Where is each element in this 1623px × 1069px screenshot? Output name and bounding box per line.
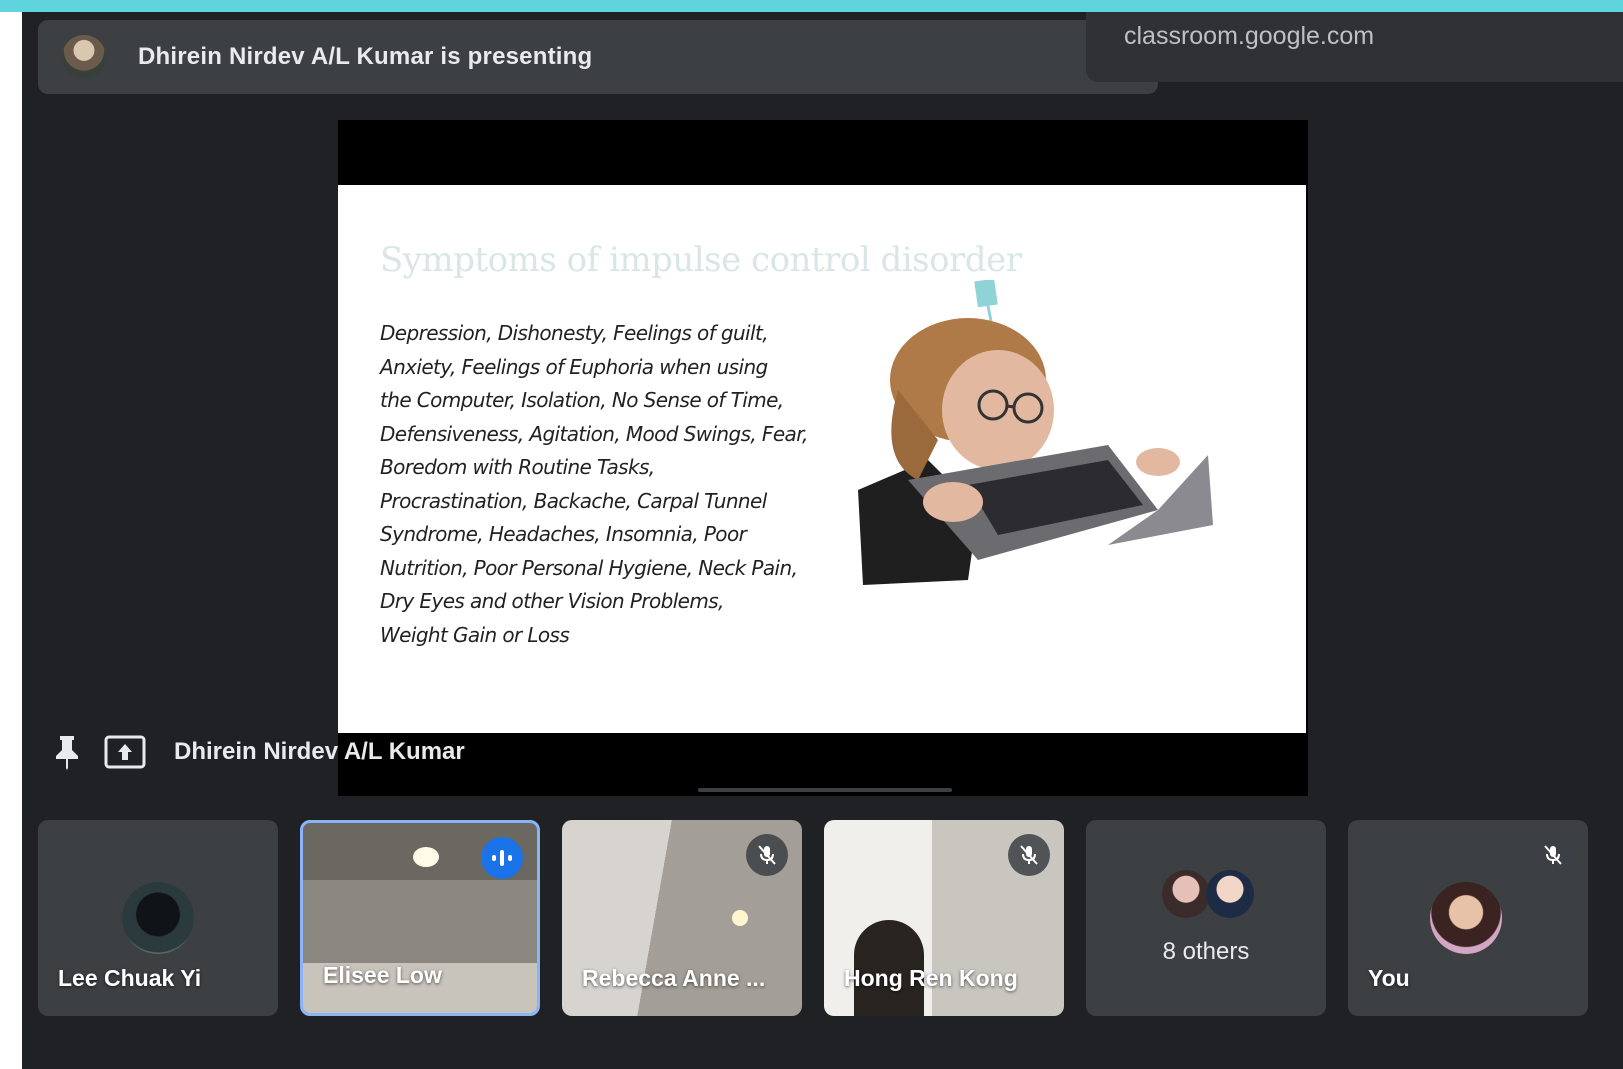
slide-line: Defensiveness, Agitation, Mood Swings, F… xyxy=(380,421,808,446)
self-tile[interactable]: You xyxy=(1348,820,1588,1016)
slide-line: Depression, Dishonesty, Feelings of guil… xyxy=(380,321,769,345)
meet-window: Dhirein Nirdev A/L Kumar is presenting c… xyxy=(22,12,1623,1069)
participant-tile[interactable]: Hong Ren Kong xyxy=(824,820,1064,1016)
slide-title: Symptoms of impulse control disorder xyxy=(380,240,1022,280)
participant-avatar xyxy=(122,882,194,954)
slide-line: Nutrition, Poor Personal Hygiene, Neck P… xyxy=(380,555,798,580)
slide-line: Dry Eyes and other Vision Problems, xyxy=(380,589,724,613)
slide-line: Syndrome, Headaches, Insomnia, Poor xyxy=(380,522,747,546)
ceiling-light xyxy=(413,847,439,867)
slide-body: Depression, Dishonesty, Feelings of guil… xyxy=(380,317,820,652)
others-count: 8 others xyxy=(1162,938,1250,965)
mic-off-icon xyxy=(746,834,788,876)
participant-name: Lee Chuak Yi xyxy=(58,965,202,991)
presenting-banner: Dhirein Nirdev A/L Kumar is presenting xyxy=(38,20,1158,94)
self-avatar xyxy=(1430,882,1502,954)
participant-tile-active[interactable]: Elisee Low xyxy=(300,820,540,1016)
slide-line: Procrastination, Backache, Carpal Tunnel xyxy=(380,488,767,513)
presentation-slide: Symptoms of impulse control disorder Dep… xyxy=(338,185,1306,733)
speaking-indicator-icon xyxy=(481,837,523,879)
slide-line: Weight Gain or Loss xyxy=(380,622,570,647)
pin-icon[interactable] xyxy=(52,734,82,770)
presenting-text: Dhirein Nirdev A/L Kumar is presenting xyxy=(138,43,593,70)
others-avatar xyxy=(1162,870,1210,918)
room-light xyxy=(732,910,748,926)
slide-line: Boredom with Routine Tasks, xyxy=(380,455,655,479)
browser-top-strip xyxy=(0,0,1623,12)
participant-name: Rebecca Anne ... xyxy=(582,965,766,991)
slide-photo-woman-biting-laptop xyxy=(858,280,1213,585)
presenter-avatar xyxy=(62,35,106,79)
participant-name: Hong Ren Kong xyxy=(844,965,1018,991)
mic-off-icon xyxy=(1532,834,1574,876)
mic-off-icon xyxy=(1008,834,1050,876)
others-tile[interactable]: 8 others xyxy=(1086,820,1326,1016)
participant-name: Elisee Low xyxy=(323,962,442,988)
url-text: classroom.google.com xyxy=(1124,22,1375,50)
screen-scroll-indicator xyxy=(698,788,952,792)
presenter-name: Dhirein Nirdev A/L Kumar xyxy=(174,738,465,765)
presenter-label-row: Dhirein Nirdev A/L Kumar xyxy=(52,730,465,774)
slide-line: the Computer, Isolation, No Sense of Tim… xyxy=(380,388,784,412)
slide-line: Anxiety, Feelings of Euphoria when using xyxy=(380,354,768,379)
participant-tile[interactable]: Lee Chuak Yi xyxy=(38,820,278,1016)
url-label: classroom.google.com xyxy=(1086,12,1623,82)
shared-screen: Symptoms of impulse control disorder Dep… xyxy=(338,120,1308,796)
others-avatar xyxy=(1206,870,1254,918)
participant-tile[interactable]: Rebecca Anne ... xyxy=(562,820,802,1016)
present-screen-icon[interactable] xyxy=(104,735,146,769)
participant-name: You xyxy=(1368,965,1410,991)
